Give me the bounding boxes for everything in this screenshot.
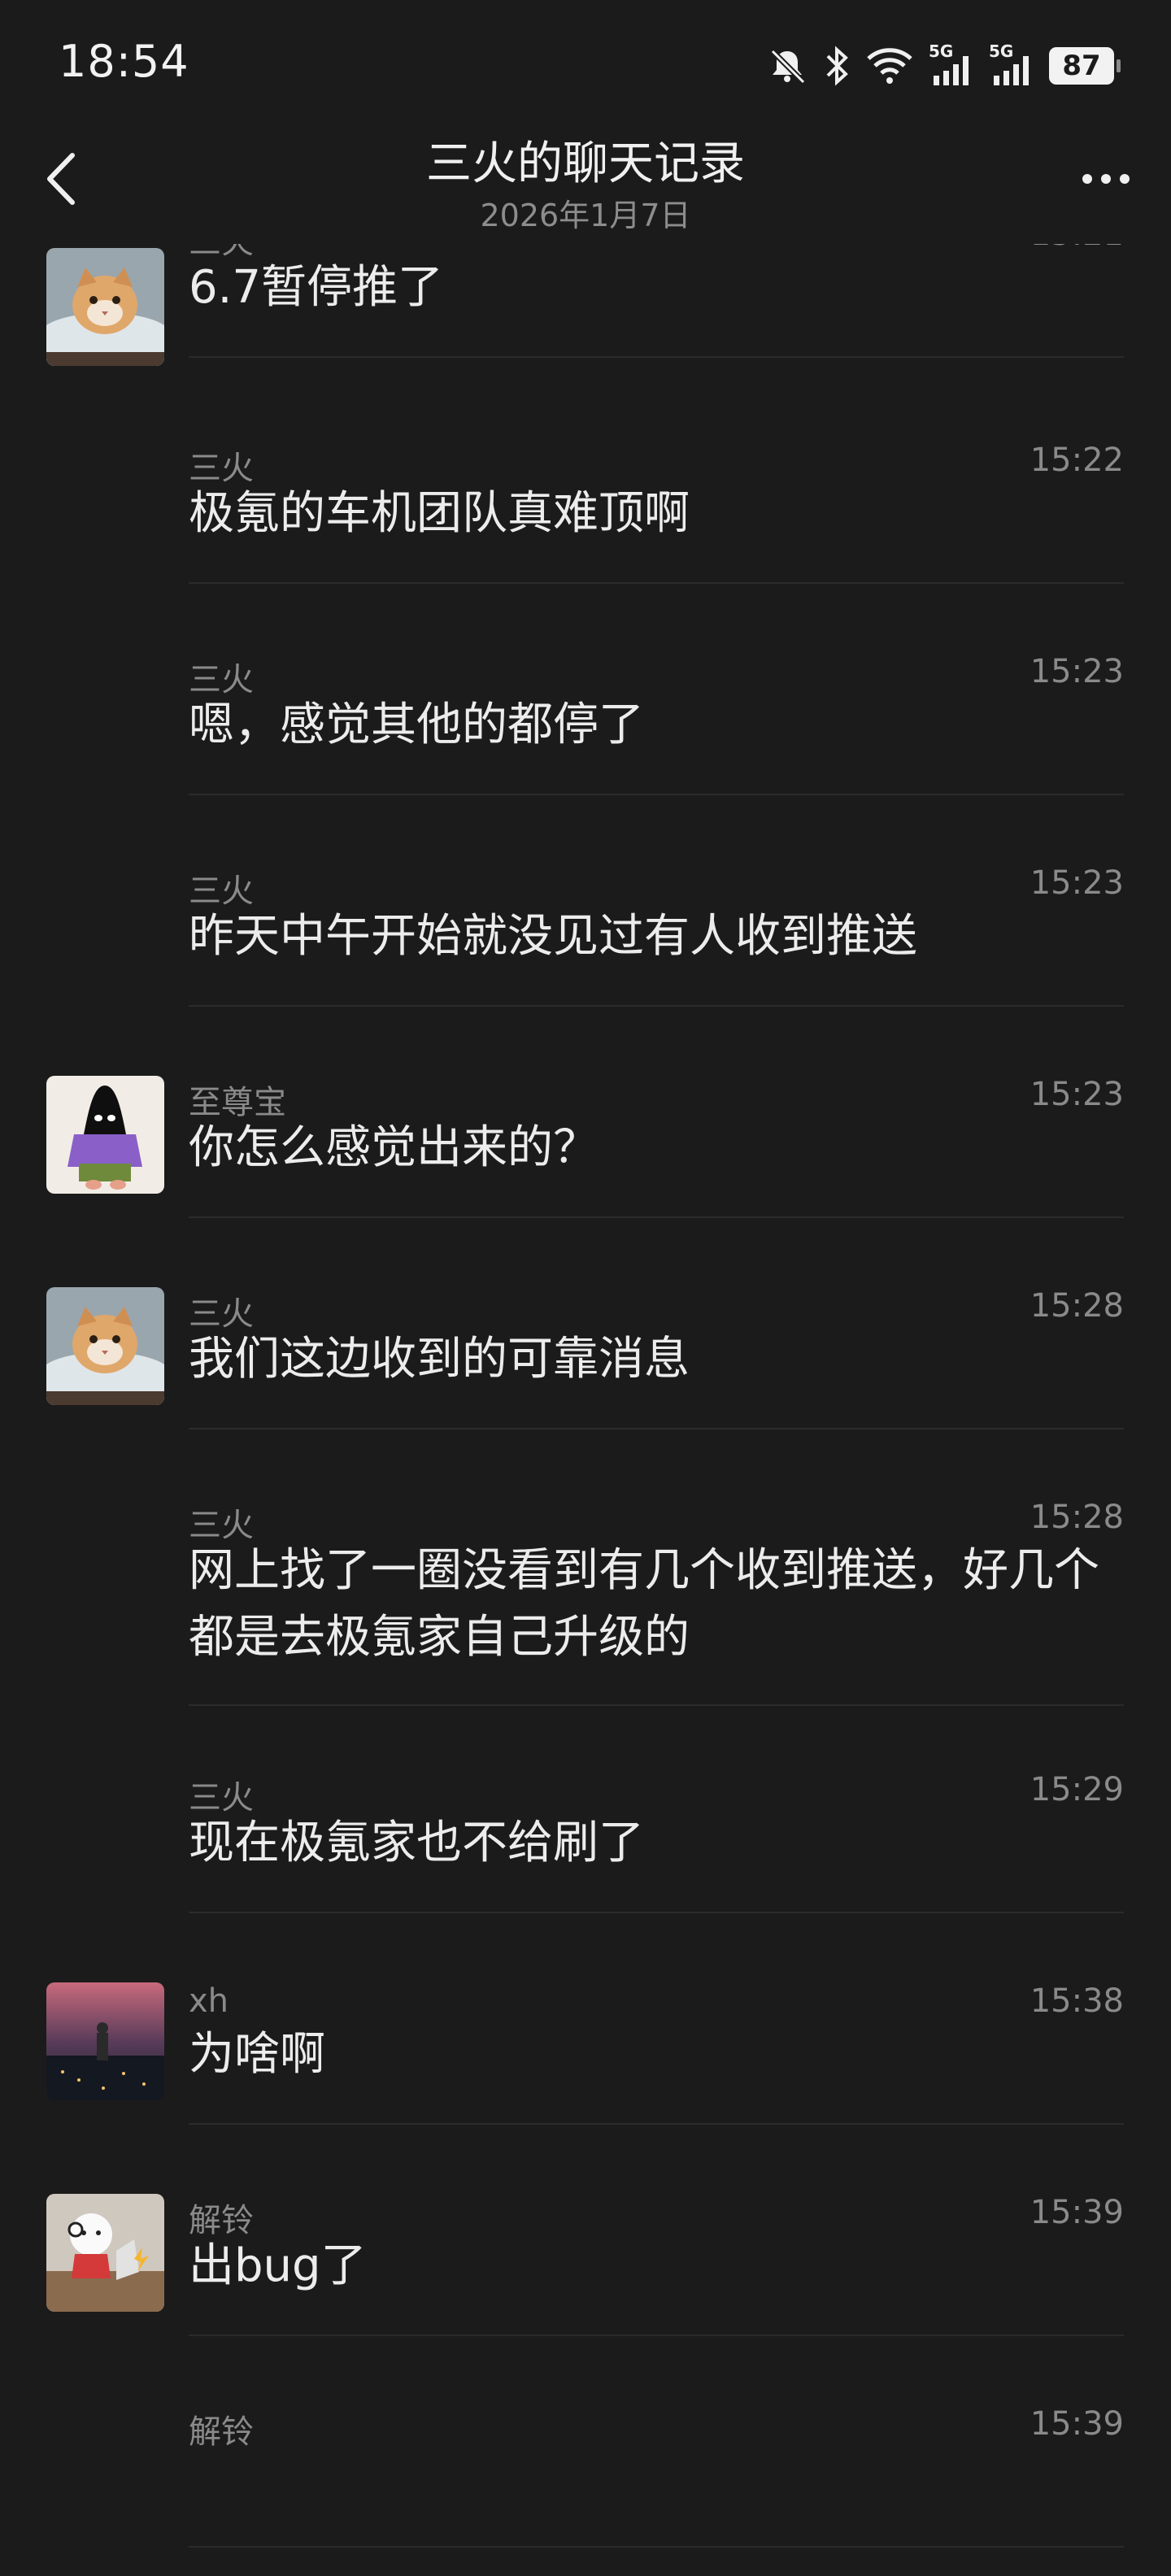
message-divider (189, 2546, 1124, 2548)
signal-5g-icon-1: 5G (929, 41, 974, 87)
message-time: 15:39 (1030, 2194, 1124, 2231)
message-time: 15:38 (1030, 1982, 1124, 2020)
message-divider (189, 1912, 1124, 1913)
status-time: 18:54 (59, 36, 189, 87)
message-text: 现在极氪家也不给刷了 (189, 1817, 644, 1869)
message-time: 15:23 (1030, 1076, 1124, 1113)
message-text: 嗯，感觉其他的都停了 (189, 698, 644, 751)
page-title: 三火的聊天记录 (426, 137, 745, 190)
message-divider (189, 1428, 1124, 1429)
message-time: 15:29 (1030, 1771, 1124, 1808)
message-divider (189, 1005, 1124, 1007)
signal-5g-icon-2: 5G (989, 41, 1034, 87)
message-divider (189, 356, 1124, 358)
message-divider (189, 1216, 1124, 1218)
message-text: 你怎么感觉出来的？ (189, 1121, 599, 1174)
avatar[interactable] (46, 1076, 164, 1194)
more-options-button[interactable] (1073, 154, 1138, 203)
avatar[interactable] (46, 1982, 164, 2100)
message-divider (189, 794, 1124, 795)
message-text: 我们这边收到的可靠消息 (189, 1333, 690, 1386)
avatar[interactable] (46, 248, 164, 366)
message-divider (189, 2123, 1124, 2125)
message-text: 昨天中午开始就没见过有人收到推送 (189, 910, 917, 963)
message-text: 6.7暂停推了 (189, 261, 444, 314)
message-divider (189, 582, 1124, 584)
wifi-icon (865, 46, 914, 86)
more-dot-icon (1101, 174, 1111, 184)
status-icons: 5G 5G 87 (766, 41, 1121, 89)
message-time: 15:28 (1030, 1287, 1124, 1325)
avatar[interactable] (46, 1287, 164, 1405)
message-time: 15:22 (1030, 442, 1124, 479)
message-divider (189, 2334, 1124, 2336)
message-text: 极氪的车机团队真难顶啊 (189, 487, 690, 540)
message-text: 网上找了一圈没看到有几个收到推送，好几个都是去极氪家自己升级的 (189, 1544, 1099, 1664)
mute-bell-icon (766, 45, 808, 87)
battery-indicator: 87 (1049, 47, 1121, 85)
message-text: 为啥啊 (189, 2028, 325, 2081)
more-dot-icon (1082, 174, 1092, 184)
avatar[interactable] (46, 2194, 164, 2312)
bluetooth-icon (823, 45, 851, 87)
message-time: 15:23 (1030, 653, 1124, 690)
more-dot-icon (1120, 174, 1130, 184)
message-time: 15:39 (1030, 2405, 1124, 2443)
message-time: 15:28 (1030, 1499, 1124, 1536)
message-time: 15:23 (1030, 864, 1124, 902)
page-date: 2026年1月7日 (480, 198, 691, 233)
sender-name: xh (189, 1982, 229, 2020)
message-divider (189, 1704, 1124, 1706)
sender-name: 解铃 (189, 2413, 254, 2451)
status-bar: 18:54 5G 5G 87 (0, 0, 1171, 122)
chat-history-header: 三火的聊天记录 2026年1月7日 (0, 122, 1171, 244)
message-text: 出bug了 (189, 2239, 367, 2292)
